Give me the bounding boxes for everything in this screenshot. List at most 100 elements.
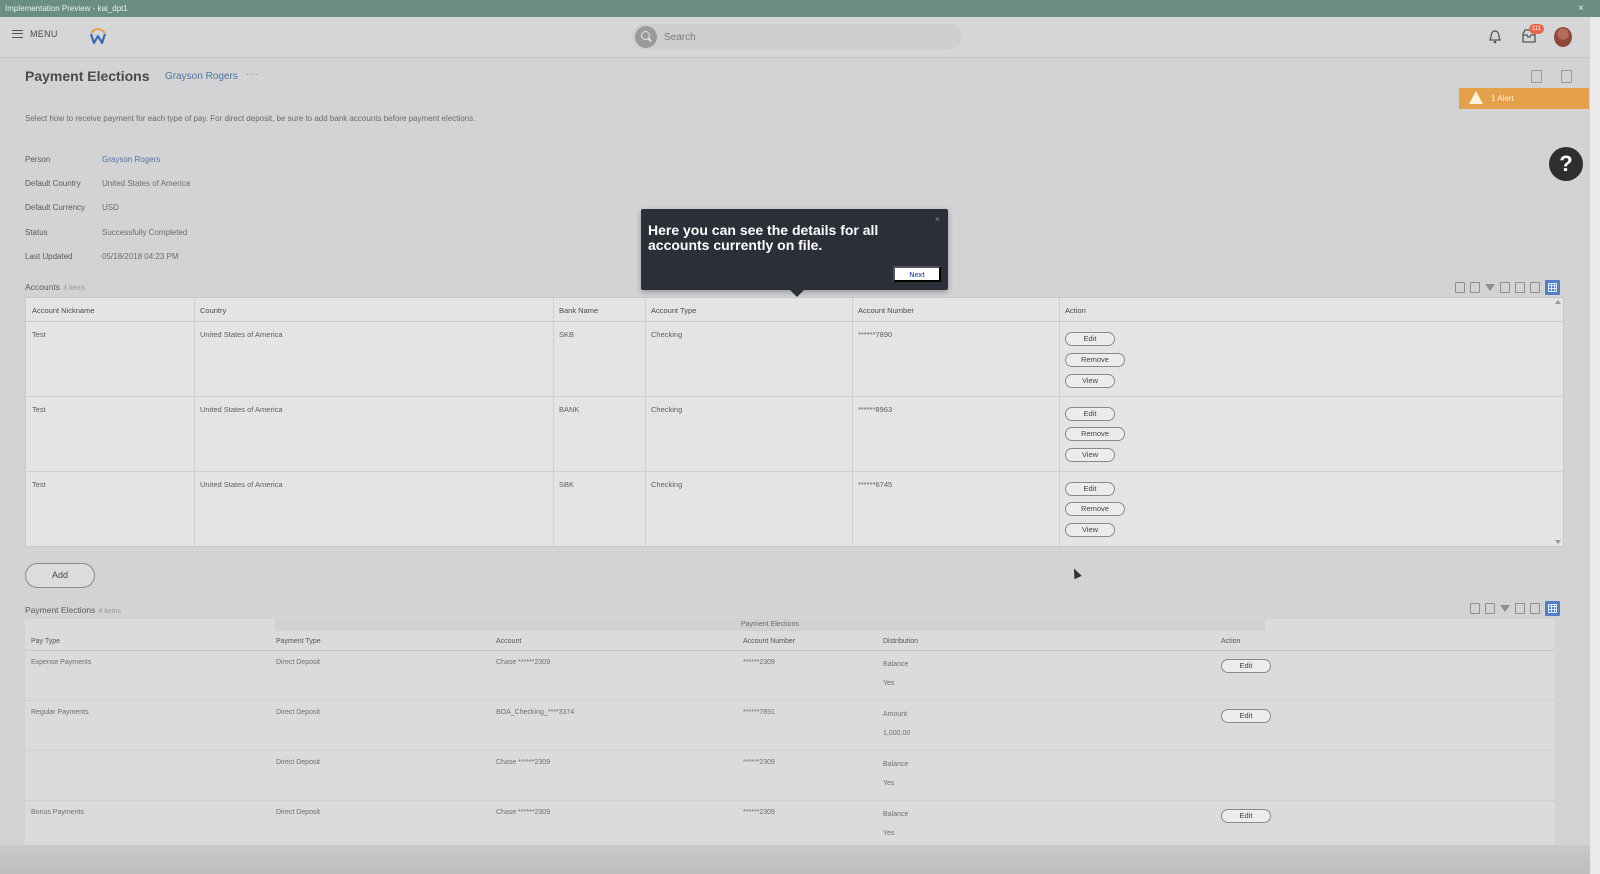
pay-type: Bonus Payments xyxy=(31,809,84,816)
payment-elections-table: Payment Elections Pay Type Payment Type … xyxy=(25,619,1555,854)
export-icon[interactable] xyxy=(1531,70,1542,83)
pay-type: Expense Payments xyxy=(31,659,92,666)
field-value-default-country: United States of America xyxy=(102,179,191,188)
user-avatar[interactable] xyxy=(1554,27,1572,47)
column-header[interactable]: Account Nickname xyxy=(32,306,95,315)
menu-label: MENU xyxy=(30,29,58,39)
account-number: ******7890 xyxy=(858,330,893,339)
add-account-button[interactable]: Add xyxy=(25,563,95,588)
worker-link[interactable]: Grayson Rogers xyxy=(165,71,238,82)
remove-button[interactable]: Remove xyxy=(1065,502,1125,516)
edit-button[interactable]: Edit xyxy=(1065,482,1115,496)
grid-view-icon[interactable] xyxy=(1545,280,1560,295)
table-row: Bonus Payments Direct Deposit Chase ****… xyxy=(25,801,1555,851)
accounts-count: 3 items xyxy=(62,285,86,292)
alert-banner[interactable]: 1 Alert xyxy=(1459,88,1589,109)
table-row: Expense Payments Direct Deposit Chase **… xyxy=(25,651,1555,701)
account: BOA_Checking_****3374 xyxy=(496,709,575,716)
window-close-icon[interactable]: × xyxy=(1578,0,1584,17)
notifications-bell-icon[interactable] xyxy=(1488,29,1502,45)
search-bar[interactable]: Search xyxy=(632,24,962,50)
column-header[interactable]: Account Number xyxy=(743,638,795,645)
mouse-cursor-icon xyxy=(1070,566,1082,580)
column-header[interactable]: Pay Type xyxy=(31,638,60,645)
column-header[interactable]: Payment Type xyxy=(276,638,321,645)
table-row: Regular Payments Direct Deposit BOA_Chec… xyxy=(25,701,1555,751)
edit-button[interactable]: Edit xyxy=(1221,809,1271,823)
instructions-text: Select how to receive payment for each t… xyxy=(25,114,476,123)
column-header[interactable]: Account Type xyxy=(651,306,696,315)
list-view-icon[interactable] xyxy=(1530,282,1540,293)
view-button[interactable]: View xyxy=(1065,523,1115,537)
field-value-status: Successfully Completed xyxy=(102,228,188,237)
payment-elections-count: 4 items xyxy=(98,608,121,615)
accounts-scrollbar[interactable] xyxy=(1555,300,1561,544)
menu-button[interactable]: MENU xyxy=(12,29,58,39)
alert-text: 1 Alert xyxy=(1491,94,1514,103)
accounts-table-header: Account Nickname Country Bank Name Accou… xyxy=(26,298,1563,322)
export-excel-icon[interactable] xyxy=(1470,603,1480,614)
account-type: Checking xyxy=(651,330,683,339)
payment-elections-section-title: Payment Elections 4 items xyxy=(25,605,121,615)
field-value-last-updated: 05/18/2018 04:23 PM xyxy=(102,252,179,261)
export-pdf-icon[interactable] xyxy=(1485,603,1495,614)
edit-button[interactable]: Edit xyxy=(1065,407,1115,421)
account-number: ******2309 xyxy=(743,759,775,766)
column-header[interactable]: Action xyxy=(1221,638,1240,645)
view-button[interactable]: View xyxy=(1065,374,1115,388)
field-label-status: Status xyxy=(25,228,48,237)
tooltip-next-button[interactable]: Next xyxy=(893,266,941,282)
pay-type: Regular Payments xyxy=(31,709,89,716)
column-header[interactable]: Distribution xyxy=(883,638,918,645)
list-view-icon[interactable] xyxy=(1530,603,1540,614)
account-type: Checking xyxy=(651,405,683,414)
distribution-label: Balance xyxy=(883,661,909,668)
field-label-default-country: Default Country xyxy=(25,179,81,188)
remove-button[interactable]: Remove xyxy=(1065,427,1125,441)
account: Chase ******2309 xyxy=(496,809,551,816)
workday-logo-icon[interactable] xyxy=(88,26,108,46)
window-right-edge xyxy=(1590,17,1600,874)
scroll-up-icon[interactable] xyxy=(1555,300,1561,304)
grid-view-icon[interactable] xyxy=(1545,601,1560,616)
distribution-label: Amount xyxy=(883,711,908,718)
payment-type: Direct Deposit xyxy=(276,709,320,716)
window-title: Implementation Preview - kai_dpt1 xyxy=(5,4,128,13)
field-value-person[interactable]: Grayson Rogers xyxy=(102,155,160,164)
tooltip-close-icon[interactable]: × xyxy=(935,214,940,224)
edit-button[interactable]: Edit xyxy=(1221,709,1271,723)
help-button[interactable]: ? xyxy=(1549,147,1583,181)
account-number: ******8963 xyxy=(858,405,893,414)
fullscreen-icon[interactable] xyxy=(1515,603,1525,614)
column-header[interactable]: Action xyxy=(1065,306,1086,315)
export-pdf-icon[interactable] xyxy=(1470,282,1480,293)
filter-icon[interactable] xyxy=(1485,284,1495,291)
related-actions-icon[interactable]: ··· xyxy=(246,69,259,80)
distribution-value: Yes xyxy=(883,830,895,837)
account-country: United States of America xyxy=(200,330,283,339)
filter-icon[interactable] xyxy=(1500,605,1510,612)
column-header[interactable]: Account xyxy=(496,638,521,645)
print-icon[interactable] xyxy=(1561,70,1572,83)
edit-button[interactable]: Edit xyxy=(1221,659,1271,673)
accounts-section-title: Accounts 3 items xyxy=(25,282,86,292)
column-header[interactable]: Account Number xyxy=(858,306,914,315)
fullscreen-icon[interactable] xyxy=(1515,282,1525,293)
column-chooser-icon[interactable] xyxy=(1500,282,1510,293)
account-number: ******7891 xyxy=(743,709,775,716)
column-header[interactable]: Country xyxy=(200,306,226,315)
search-input[interactable]: Search xyxy=(664,32,696,43)
export-excel-icon[interactable] xyxy=(1455,282,1465,293)
remove-button[interactable]: Remove xyxy=(1065,353,1125,367)
edit-button[interactable]: Edit xyxy=(1065,332,1115,346)
field-value-default-currency: USD xyxy=(102,203,119,212)
view-button[interactable]: View xyxy=(1065,448,1115,462)
distribution-value: Yes xyxy=(883,680,895,687)
scroll-down-icon[interactable] xyxy=(1555,540,1561,544)
account-bank: SKB xyxy=(559,330,575,339)
field-label-default-currency: Default Currency xyxy=(25,203,86,212)
column-header[interactable]: Bank Name xyxy=(559,306,598,315)
account: Chase ******2309 xyxy=(496,659,551,666)
guided-tour-tooltip: × Here you can see the details for all a… xyxy=(641,209,948,297)
table-row: Test United States of America BANK Check… xyxy=(26,397,1563,472)
